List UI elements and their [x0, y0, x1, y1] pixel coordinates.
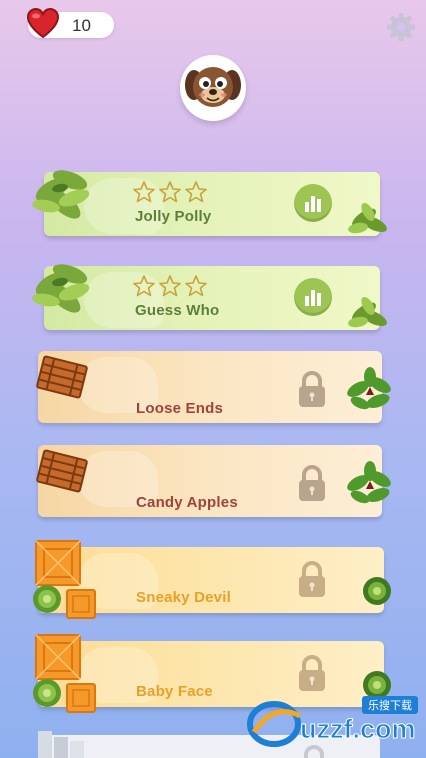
lock-icon [299, 465, 325, 501]
level-card-sneaky-devil[interactable]: Sneaky Devil [33, 540, 391, 619]
star-empty-icon [159, 275, 181, 297]
star-rating [132, 180, 208, 204]
bar-chart-icon [305, 290, 321, 306]
gear-icon[interactable] [386, 12, 416, 42]
level-title: Baby Face [136, 683, 213, 700]
leaf-sprig-icon [348, 296, 387, 328]
puppy-face-icon [185, 67, 241, 107]
lives-count: 10 [72, 16, 91, 35]
strawberry-plant-icon [347, 367, 391, 410]
level-title: Sneaky Devil [136, 589, 231, 606]
svg-text:uzzf.com: uzzf.com [300, 714, 416, 744]
leaf-cluster-icon [32, 170, 90, 219]
wooden-crate-icon [36, 449, 88, 493]
svg-text:乐搜下载: 乐搜下载 [368, 698, 412, 712]
level-card-loose-ends[interactable]: Loose Ends [36, 351, 391, 423]
level-card-candy-apples[interactable]: Candy Apples [36, 445, 391, 517]
bar-chart-icon [305, 196, 321, 212]
star-empty-icon [159, 181, 181, 203]
star-empty-icon [133, 181, 155, 203]
star-empty-icon [133, 275, 155, 297]
leaderboard-button[interactable] [294, 184, 332, 222]
orange-box-icon [66, 683, 96, 713]
star-empty-icon [185, 275, 207, 297]
orange-box-icon [35, 634, 81, 680]
level-title: Jolly Polly [135, 208, 212, 225]
uzzf-watermark-logo: 乐搜下载 uzzf.com [247, 696, 418, 747]
lock-icon [299, 561, 325, 597]
lock-icon [299, 371, 325, 407]
orange-box-icon [66, 589, 96, 619]
lives-counter[interactable]: 10 [26, 8, 114, 39]
wooden-crate-icon [36, 355, 88, 399]
cabbage-icon [363, 577, 391, 605]
orange-box-icon [35, 540, 81, 586]
level-title: Loose Ends [136, 400, 224, 417]
star-empty-icon [185, 181, 207, 203]
leaf-sprig-icon [348, 202, 387, 234]
level-card-jolly-polly[interactable]: Jolly Polly [32, 170, 387, 236]
heart-icon [26, 8, 60, 39]
star-rating [132, 274, 208, 298]
level-title: Candy Apples [136, 494, 238, 511]
avatar[interactable] [180, 55, 246, 121]
cabbage-icon [33, 679, 61, 707]
cabbage-icon [33, 585, 61, 613]
strawberry-plant-icon [347, 461, 391, 504]
leaf-cluster-icon [32, 264, 90, 313]
level-card-guess-who[interactable]: Guess Who [32, 264, 387, 330]
building-icon [38, 731, 84, 758]
level-title: Guess Who [135, 302, 220, 319]
leaderboard-button[interactable] [294, 278, 332, 316]
lock-icon [299, 655, 325, 691]
